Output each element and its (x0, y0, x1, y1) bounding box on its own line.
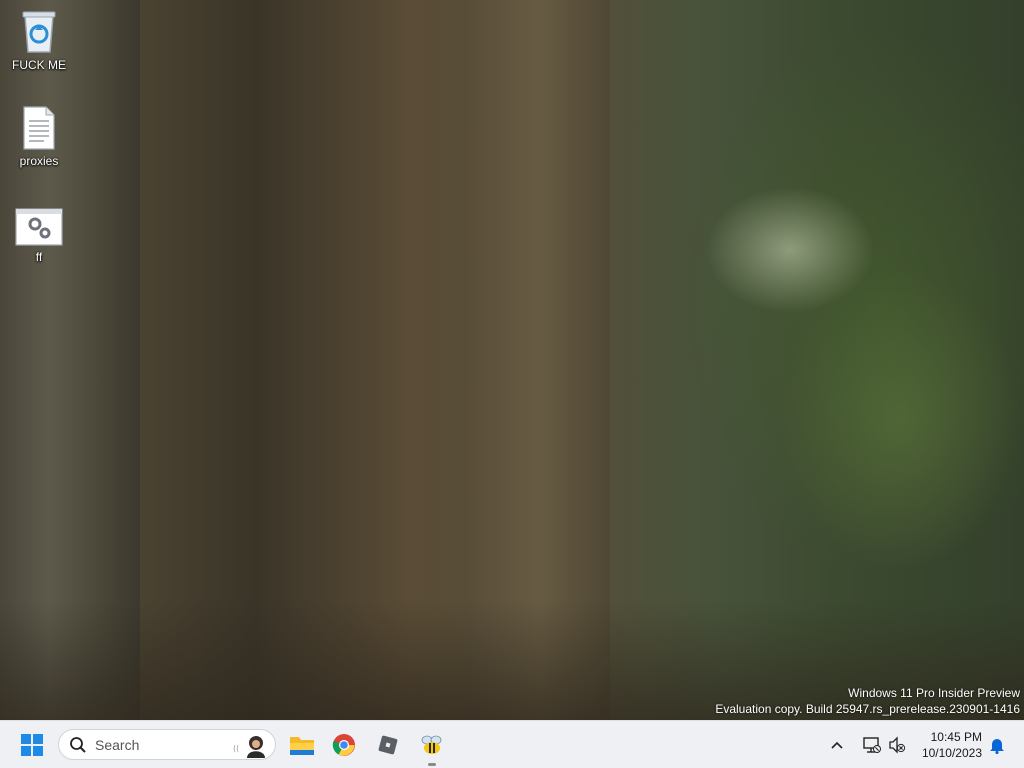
running-indicator (428, 763, 436, 766)
clock-date: 10/10/2023 (921, 746, 982, 760)
svg-text:((: (( (233, 744, 239, 753)
desktop-icon-label: proxies (19, 154, 59, 168)
start-button[interactable] (16, 729, 48, 761)
desktop-icon-recycle-bin[interactable]: FUCK ME (4, 8, 74, 72)
desktop-icon-ff[interactable]: ff (4, 208, 74, 264)
volume-muted-icon (889, 736, 906, 754)
taskbar-file-explorer[interactable] (286, 729, 318, 761)
desktop-wallpaper (0, 0, 1024, 720)
taskbar-search-box[interactable]: Search (( (58, 729, 276, 760)
settings-file-icon (15, 208, 63, 246)
watermark-line-build: Evaluation copy. Build 25947.rs_prerelea… (715, 702, 1020, 716)
clock-time: 10:45 PM (930, 730, 982, 744)
windows-logo-icon (21, 734, 43, 756)
search-icon (70, 736, 86, 753)
windows-evaluation-watermark: Windows 11 Pro Insider Preview Evaluatio… (715, 685, 1020, 717)
recycle-bin-icon (22, 11, 56, 53)
chrome-icon (332, 734, 355, 756)
text-file-icon (23, 106, 55, 150)
network-icon (863, 737, 881, 753)
desktop-icon-label: FUCK ME (12, 58, 66, 72)
search-placeholder: Search (95, 736, 140, 753)
show-hidden-icons-button[interactable] (822, 729, 852, 761)
taskbar-bee-app[interactable] (416, 729, 448, 766)
taskbar: Search ((10:45 PM 10/10/2023 (0, 720, 1024, 768)
bee-app-icon (421, 735, 442, 754)
notification-center-button[interactable] (984, 729, 1010, 761)
search-highlight-icon: (( (233, 735, 265, 758)
taskbar-chrome[interactable] (328, 729, 360, 761)
taskbar-clock[interactable]: 10:45 PM 10/10/2023 (912, 729, 982, 761)
roblox-icon (378, 735, 398, 755)
desktop-icon-label: ff (35, 250, 43, 264)
chevron-up-icon (831, 741, 843, 749)
desktop-icon-proxies[interactable]: proxies (4, 106, 74, 168)
network-volume-button[interactable] (856, 729, 912, 761)
bell-icon (990, 739, 1004, 754)
taskbar-roblox[interactable] (372, 729, 404, 761)
watermark-line-edition: Windows 11 Pro Insider Preview (848, 686, 1020, 700)
file-explorer-icon (290, 737, 314, 755)
